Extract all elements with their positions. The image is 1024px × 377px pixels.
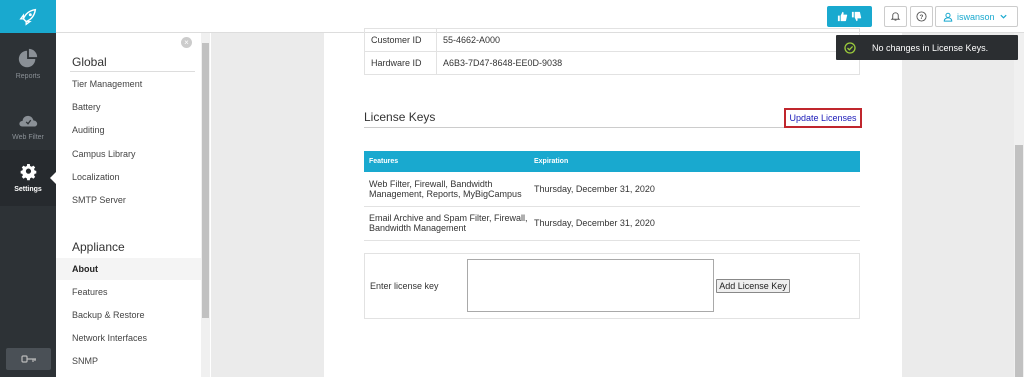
feedback-button[interactable] — [827, 6, 872, 27]
info-value: A6B3-7D47-8648-EE0D-9038 — [436, 51, 860, 75]
notifications-button[interactable] — [884, 6, 907, 27]
thumbs-down-icon — [851, 11, 862, 22]
close-nav-icon[interactable]: × — [181, 37, 192, 48]
thumbs-up-icon — [837, 11, 848, 22]
info-label: Customer ID — [364, 28, 437, 52]
table-row: Hardware ID A6B3-7D47-8648-EE0D-9038 — [364, 51, 860, 75]
nav-link-network-interfaces[interactable]: Network Interfaces — [72, 333, 147, 343]
nav-heading-appliance: Appliance — [72, 240, 125, 254]
nav-link-tier-management[interactable]: Tier Management — [72, 79, 142, 89]
rail-label-reports: Reports — [15, 73, 41, 80]
enter-license-label: Enter license key — [370, 281, 439, 291]
collapse-rail-button[interactable] — [6, 348, 51, 370]
chevron-down-icon — [999, 14, 1007, 19]
user-icon — [943, 12, 953, 22]
rail-label-web-filter: Web Filter — [12, 134, 44, 141]
table-row: Web Filter, Firewall, Bandwidth Manageme… — [364, 172, 860, 207]
nav-heading-global: Global — [72, 55, 107, 69]
main-nav-rail: Reports Web Filter Settings — [0, 33, 56, 377]
rocket-icon — [19, 8, 37, 26]
update-licenses-button[interactable]: Update Licenses — [784, 108, 862, 128]
license-expiration: Thursday, December 31, 2020 — [529, 172, 860, 207]
page-scrollbar-thumb[interactable] — [1015, 145, 1023, 377]
check-circle-icon — [844, 41, 856, 54]
user-menu[interactable]: iswanson — [935, 6, 1018, 27]
nav-link-auditing[interactable]: Auditing — [72, 125, 105, 135]
license-expiration: Thursday, December 31, 2020 — [529, 206, 860, 241]
info-value: 55-4662-A000 — [436, 28, 860, 52]
rail-item-reports[interactable]: Reports — [0, 48, 56, 92]
add-license-key-button[interactable]: Add License Key — [716, 279, 790, 293]
info-label: Hardware ID — [364, 51, 437, 75]
help-icon: ? — [916, 11, 927, 22]
app-logo[interactable] — [0, 0, 56, 33]
nav-link-about[interactable]: About — [72, 264, 98, 274]
nav-link-smtp-server[interactable]: SMTP Server — [72, 195, 126, 205]
table-row: Email Archive and Spam Filter, Firewall,… — [364, 206, 860, 241]
svg-text:?: ? — [920, 14, 924, 21]
license-table: Features Expiration Web Filter, Firewall… — [364, 151, 860, 241]
gear-icon — [20, 164, 36, 181]
rail-item-web-filter[interactable]: Web Filter — [0, 111, 56, 155]
rail-label-settings: Settings — [14, 186, 42, 193]
table-row: Customer ID 55-4662-A000 — [364, 28, 860, 52]
username: iswanson — [957, 11, 995, 22]
status-toast: No changes in License Keys. — [836, 35, 1018, 60]
nav-scrollbar-thumb[interactable] — [202, 43, 209, 318]
nav-link-backup-restore[interactable]: Backup & Restore — [72, 310, 145, 320]
cloud-icon — [19, 115, 38, 127]
nav-link-campus-library[interactable]: Campus Library — [72, 149, 136, 159]
appliance-info-table: Customer ID 55-4662-A000 Hardware ID A6B… — [364, 28, 860, 75]
nav-link-snmp[interactable]: SNMP — [72, 356, 98, 366]
column-header-features: Features — [364, 151, 529, 172]
column-header-expiration: Expiration — [529, 151, 860, 172]
nav-scrollbar[interactable] — [201, 33, 210, 377]
nav-link-features[interactable]: Features — [72, 287, 108, 297]
license-features: Email Archive and Spam Filter, Firewall,… — [364, 206, 529, 241]
license-features: Web Filter, Firewall, Bandwidth Manageme… — [364, 172, 529, 207]
key-icon — [20, 355, 36, 363]
bell-icon — [890, 12, 901, 21]
page-scrollbar[interactable] — [1014, 33, 1024, 377]
nav-link-localization[interactable]: Localization — [72, 172, 120, 182]
rail-item-settings[interactable]: Settings — [0, 150, 56, 206]
table-header-row: Features Expiration — [364, 151, 860, 172]
pie-chart-icon — [18, 48, 38, 68]
nav-divider — [70, 71, 195, 72]
license-keys-heading: License Keys — [364, 110, 436, 124]
toast-message: No changes in License Keys. — [872, 42, 989, 53]
nav-link-battery[interactable]: Battery — [72, 102, 101, 112]
license-key-input[interactable] — [467, 259, 714, 312]
help-button[interactable]: ? — [910, 6, 933, 27]
